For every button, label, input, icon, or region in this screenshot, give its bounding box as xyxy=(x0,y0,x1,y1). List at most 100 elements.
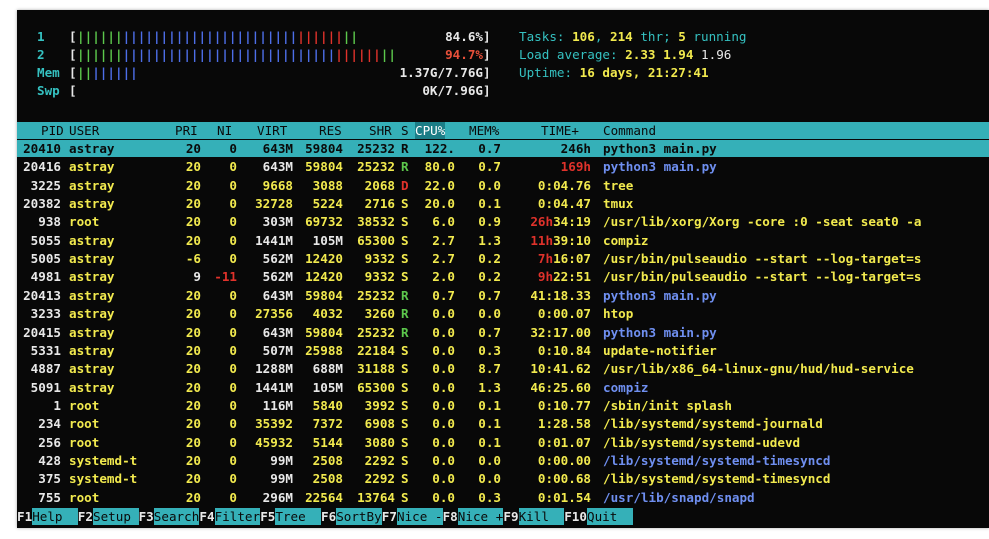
fkey-label-f7[interactable]: Nice - xyxy=(397,508,443,525)
process-row[interactable]: 5091 astray 20 0 1441M 105M 65300 S 0.0 1.3 46:25.… xyxy=(17,379,989,397)
cell-command: compiz xyxy=(603,379,649,395)
cell-shr: 22184 xyxy=(357,342,395,358)
process-row[interactable]: 20382 astray 20 0 32728 5224 2716 S 20.0 0.1 0:04.… xyxy=(17,195,989,213)
col-pri[interactable]: PRI xyxy=(175,122,198,139)
cell-user: astray xyxy=(69,196,115,212)
process-row[interactable]: 3233 astray 20 0 27356 4032 3260 R 0.0 0.0 0:00.07… xyxy=(17,305,989,323)
cell-pri: 20 xyxy=(185,324,201,340)
process-row[interactable]: 234 root 20 0 35392 7372 6908 S 0.0 0.1 1:28.58/li… xyxy=(17,415,989,433)
cell-pri: 9 xyxy=(193,269,201,285)
cell-shr: 65300 xyxy=(357,232,395,248)
cell-mem: 0.2 xyxy=(478,251,501,267)
process-row[interactable]: 1 root 20 0 116M 5840 3992 S 0.0 0.1 0:10.77/sbin/… xyxy=(17,397,989,415)
cell-shr: 9332 xyxy=(364,269,395,285)
cell-mem: 0.0 xyxy=(478,306,501,322)
process-row[interactable]: 5055 astray 20 0 1441M 105M 65300 S 2.7 1.3 11h39:… xyxy=(17,232,989,250)
col-mem[interactable]: MEM% xyxy=(469,122,499,139)
cell-mem: 0.7 xyxy=(478,324,501,340)
fkey-f9[interactable]: F9 xyxy=(503,508,519,525)
process-row[interactable]: 20415 astray 20 0 643M 59804 25232 R 0.0 0.7 32:17… xyxy=(17,324,989,342)
col-cpu-sorted[interactable]: CPU% xyxy=(415,122,446,139)
fkey-f4[interactable]: F4 xyxy=(199,508,215,525)
cell-shr: 25232 xyxy=(357,159,395,175)
cell-s: S xyxy=(401,416,409,432)
col-res[interactable]: RES xyxy=(319,122,342,139)
cell-command: python3 main.py xyxy=(603,141,717,156)
fkey-f6[interactable]: F6 xyxy=(321,508,337,525)
cell-command: /lib/systemd/systemd-journald xyxy=(603,416,823,432)
cell-ni: 0 xyxy=(229,287,237,303)
fkey-label-f9[interactable]: Kill xyxy=(518,508,565,525)
fkey-f2[interactable]: F2 xyxy=(77,508,93,525)
fkey-f7[interactable]: F7 xyxy=(381,508,397,525)
cell-virt: 116M xyxy=(262,397,293,413)
cell-cpu: 0.0 xyxy=(432,342,455,358)
cell-cpu: 0.0 xyxy=(432,361,455,377)
col-pid[interactable]: PID xyxy=(41,122,64,139)
process-row[interactable]: 20410 astray 20 0 643M 59804 25232 R 122. 0.7 246h… xyxy=(17,140,989,158)
cell-pri: 20 xyxy=(185,159,201,175)
process-row[interactable]: 428 systemd-t 20 0 99M 2508 2292 S 0.0 0.0 0:00.00… xyxy=(17,452,989,470)
col-s[interactable]: S xyxy=(401,122,409,139)
cell-pri: 20 xyxy=(185,452,201,468)
process-row[interactable]: 4887 astray 20 0 1288M 688M 31188 S 0.0 8.7 10:41.… xyxy=(17,360,989,378)
process-row[interactable]: 5331 astray 20 0 507M 25988 22184 S 0.0 0.3 0:10.8… xyxy=(17,342,989,360)
cell-user: astray xyxy=(69,324,115,340)
fkey-label-f6[interactable]: SortBy xyxy=(336,508,382,525)
fkey-label-f1[interactable]: Help xyxy=(32,508,78,525)
fkey-f3[interactable]: F3 xyxy=(138,508,154,525)
cell-time: 0:00.00 xyxy=(537,452,591,468)
col-virt[interactable]: VIRT xyxy=(257,122,287,139)
process-row[interactable]: 4981 astray 9 -11 562M 12420 9332 S 2.0 0.2 9h22:5… xyxy=(17,268,989,286)
fkey-label-f5[interactable]: Tree xyxy=(275,508,321,525)
cell-res: 12420 xyxy=(305,269,343,285)
fkey-f8[interactable]: F8 xyxy=(442,508,458,525)
cell-shr: 3260 xyxy=(364,306,395,322)
cell-time: 41:18.33 xyxy=(530,287,591,303)
fkey-label-f10[interactable]: Quit xyxy=(587,508,633,525)
cell-time: 9h22:51 xyxy=(507,268,591,286)
cell-pri: 20 xyxy=(185,434,201,450)
cell-ni: 0 xyxy=(229,379,237,395)
col-command[interactable]: Command xyxy=(603,122,656,139)
cell-ni: 0 xyxy=(229,434,237,450)
fkey-label-f2[interactable]: Setup xyxy=(93,508,139,525)
cell-mem: 0.1 xyxy=(478,196,501,212)
cell-pri: 20 xyxy=(185,397,201,413)
fkey-f5[interactable]: F5 xyxy=(260,508,276,525)
process-row[interactable]: 3225 astray 20 0 9668 3088 2068 D 22.0 0.0 0:04.76… xyxy=(17,177,989,195)
cell-pri: 20 xyxy=(185,196,201,212)
cell-mem: 0.3 xyxy=(478,342,501,358)
fkey-label-f3[interactable]: Search xyxy=(153,508,200,525)
cell-res: 59804 xyxy=(305,287,343,303)
uptime: Uptime: 16 days, 21:27:41 xyxy=(519,65,709,80)
fkey-label-f4[interactable]: Filter xyxy=(214,508,261,525)
fkey-label-f8[interactable]: Nice + xyxy=(457,508,504,525)
process-row[interactable]: 20413 astray 20 0 643M 59804 25232 R 0.7 0.7 41:18… xyxy=(17,287,989,305)
fkey-f1[interactable]: F1 xyxy=(17,508,33,525)
process-row[interactable]: 755 root 20 0 296M 22564 13764 S 0.0 0.3 0:01.54/u… xyxy=(17,489,989,507)
fkey-f10[interactable]: F10 xyxy=(564,508,587,525)
cell-ni: 0 xyxy=(229,196,237,212)
time-rest: 22:51 xyxy=(553,269,591,285)
process-row[interactable]: 938 root 20 0 303M 69732 38532 S 6.0 0.9 26h34:19 /… xyxy=(17,213,989,231)
col-ni[interactable]: NI xyxy=(217,122,232,139)
col-user[interactable]: USER xyxy=(69,122,99,139)
process-row[interactable]: 20416 astray 20 0 643M 59804 25232 R 80.0 0.7 169h… xyxy=(17,158,989,176)
meter-close-bracket: ] xyxy=(483,29,491,44)
process-row[interactable]: 375 systemd-t 20 0 99M 2508 2292 S 0.0 0.0 0:00.68… xyxy=(17,470,989,488)
cell-user: astray xyxy=(69,342,115,358)
cell-pid: 3233 xyxy=(30,306,61,322)
process-row[interactable]: 5005 astray -6 0 562M 12420 9332 S 2.7 0.2 7h16:07… xyxy=(17,250,989,268)
process-row[interactable]: 256 root 20 0 45932 5144 3080 S 0.0 0.1 0:01.07/li… xyxy=(17,434,989,452)
cell-time: 46:25.60 xyxy=(530,379,591,395)
cell-user: astray xyxy=(69,306,115,322)
function-key-bar: F1 Help F2 Setup F3 Search F4 Filter F5 Tree F6… xyxy=(17,508,989,525)
col-time[interactable]: TIME+ xyxy=(541,122,579,139)
cell-pri: 20 xyxy=(185,232,201,248)
cell-time: 0:10.84 xyxy=(537,342,591,358)
cell-res: 59804 xyxy=(305,324,343,340)
cell-shr: 25232 xyxy=(357,141,395,156)
col-shr[interactable]: SHR xyxy=(369,122,392,139)
cell-mem: 8.7 xyxy=(478,361,501,377)
